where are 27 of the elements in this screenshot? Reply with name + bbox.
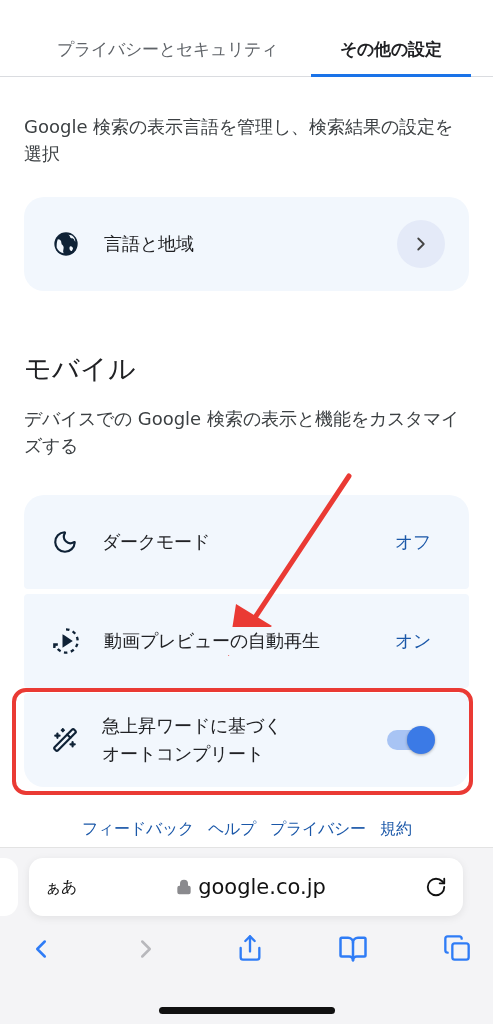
footer-link[interactable]: フィードバック xyxy=(81,819,194,840)
setting-row[interactable]: 急上昇ワードに基づくオートコンプリート xyxy=(24,693,469,787)
address-bar[interactable]: ぁあ google.co.jp xyxy=(29,858,463,916)
reload-icon[interactable] xyxy=(425,876,447,898)
setting-value: オフ xyxy=(395,530,431,554)
text-size-button[interactable]: ぁあ xyxy=(45,876,77,898)
section-description: Google 検索の表示言語を管理し、検索結果の設定を選択 xyxy=(24,115,455,166)
setting-row[interactable]: ダークモード オフ xyxy=(24,495,469,589)
tab[interactable]: その他の設定 xyxy=(311,0,471,77)
setting-value: オン xyxy=(395,629,431,653)
bookmarks-icon[interactable] xyxy=(338,934,369,964)
footer-link[interactable]: プライバシー xyxy=(269,819,366,840)
section-title: モバイル xyxy=(24,352,137,386)
play-cycle-icon xyxy=(52,627,80,655)
moon-icon xyxy=(52,529,78,555)
footer-link[interactable]: 規約 xyxy=(379,819,412,840)
tabs-icon[interactable] xyxy=(443,934,471,962)
lock-icon xyxy=(176,879,193,895)
footer-link[interactable]: ヘルプ xyxy=(207,819,256,840)
magic-pen-icon xyxy=(52,727,78,753)
url-text: google.co.jp xyxy=(198,875,326,899)
language-region-item[interactable]: 言語と地域 xyxy=(24,197,469,291)
section-description: デバイスでの Google 検索の表示と機能をカスタマイズする xyxy=(24,407,460,458)
setting-label: 動画プレビューの自動再生 xyxy=(104,627,320,655)
globe-icon xyxy=(52,230,80,258)
setting-row[interactable]: 動画プレビューの自動再生 オン xyxy=(24,594,469,688)
tab[interactable]: プライバシーとセキュリティ xyxy=(24,0,311,77)
